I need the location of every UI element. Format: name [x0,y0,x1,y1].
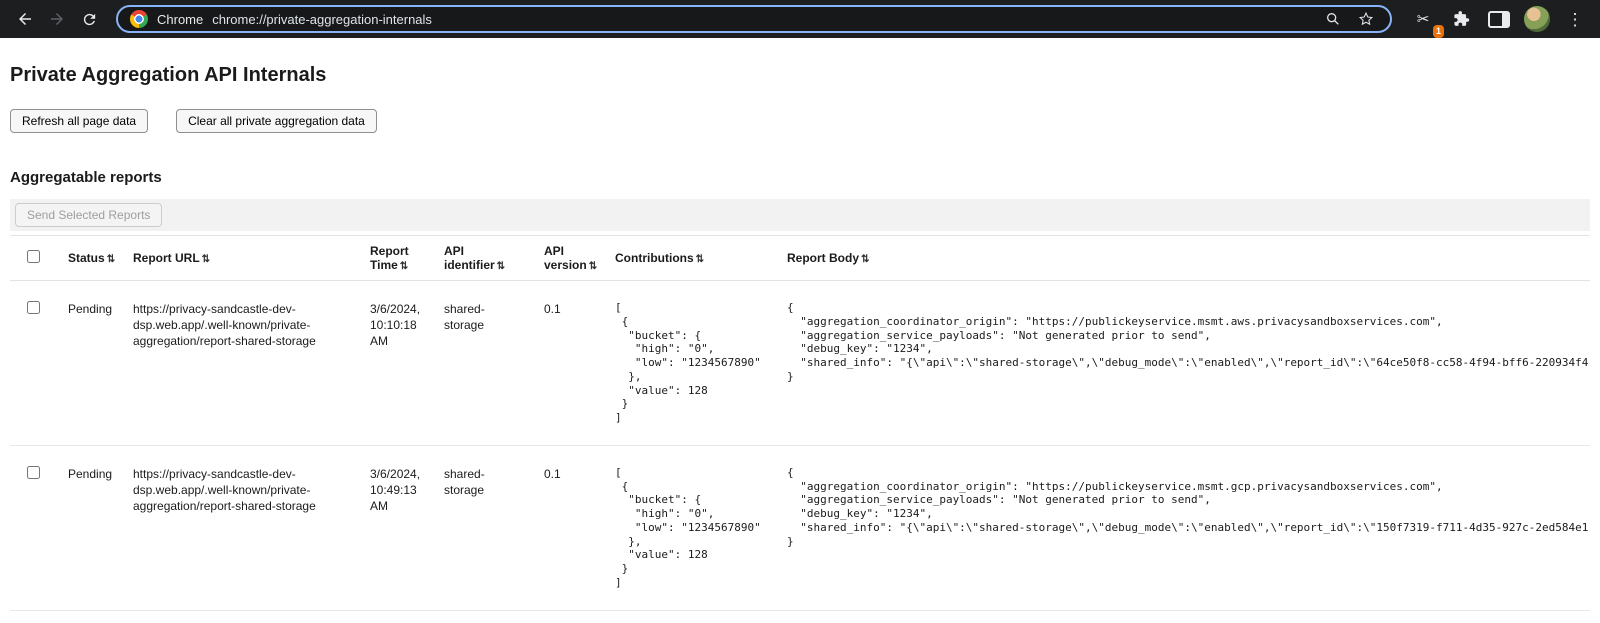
refresh-all-button[interactable]: Refresh all page data [10,109,148,133]
col-header-api-version[interactable]: API version⇅ [534,236,605,281]
sort-icon: ⇅ [696,254,704,265]
chrome-logo-icon [130,10,148,28]
col-header-report-time[interactable]: Report Time⇅ [360,236,434,281]
contributions-cell: [ { "bucket": { "high": "0", "low": "123… [605,281,777,446]
status-cell: Pending [58,281,123,446]
clear-all-button[interactable]: Clear all private aggregation data [176,109,377,133]
page-actions: Refresh all page data Clear all private … [10,109,1590,133]
select-all-checkbox[interactable] [27,250,40,263]
report-body-json: { "aggregation_coordinator_origin": "htt… [787,466,1580,549]
table-row: Pending https://privacy-sandcastle-dev-d… [10,281,1590,446]
omnibox[interactable]: Chrome chrome://private-aggregation-inte… [116,5,1392,33]
sort-icon: ⇅ [400,261,408,272]
api-version-cell: 0.1 [534,445,605,610]
forward-icon[interactable] [42,4,72,34]
page-content: Private Aggregation API Internals Refres… [0,64,1600,611]
sort-icon: ⇅ [861,254,869,265]
col-header-report-url[interactable]: Report URL⇅ [123,236,360,281]
page-title: Private Aggregation API Internals [10,64,1590,87]
col-label: Status [68,251,105,265]
toolbar-right-icons: ✂ 1 ⋮ [1404,4,1590,34]
col-header-report-body[interactable]: Report Body⇅ [777,236,1590,281]
report-url-cell: https://privacy-sandcastle-dev-dsp.web.a… [123,281,360,446]
col-label: API identifier [444,244,495,272]
report-url-cell: https://privacy-sandcastle-dev-dsp.web.a… [123,445,360,610]
profile-avatar[interactable] [1522,4,1552,34]
extension-badge: 1 [1433,25,1444,38]
bookmark-star-icon[interactable] [1354,7,1378,31]
contributions-json: [ { "bucket": { "high": "0", "low": "123… [615,466,767,590]
contributions-cell: [ { "bucket": { "high": "0", "low": "123… [605,445,777,610]
col-header-status[interactable]: Status⇅ [58,236,123,281]
table-header-row: Status⇅ Report URL⇅ Report Time⇅ API ide… [10,236,1590,281]
row-checkbox-cell [10,281,58,446]
omnibox-site-chip: Chrome [157,12,203,27]
aggregatable-reports-table: Status⇅ Report URL⇅ Report Time⇅ API ide… [10,235,1590,611]
report-body-cell: { "aggregation_coordinator_origin": "htt… [777,445,1590,610]
sort-icon: ⇅ [497,261,505,272]
row-checkbox-cell [10,445,58,610]
back-icon[interactable] [10,4,40,34]
col-header-api-identifier[interactable]: API identifier⇅ [434,236,534,281]
sort-icon: ⇅ [202,254,210,265]
status-cell: Pending [58,445,123,610]
report-body-json: { "aggregation_coordinator_origin": "htt… [787,301,1580,384]
col-label: Report Body [787,251,859,265]
side-panel-icon[interactable] [1484,4,1514,34]
browser-toolbar: Chrome chrome://private-aggregation-inte… [0,0,1600,38]
search-icon[interactable] [1321,7,1345,31]
send-selected-button[interactable]: Send Selected Reports [15,203,162,227]
report-time-cell: 3/6/2024, 10:10:18 AM [360,281,434,446]
row-checkbox[interactable] [27,466,40,479]
sort-icon: ⇅ [107,254,115,265]
contributions-json: [ { "bucket": { "high": "0", "low": "123… [615,301,767,425]
extensions-puzzle-icon[interactable] [1446,4,1476,34]
sort-icon: ⇅ [589,261,597,272]
col-label: Report URL [133,251,200,265]
header-checkbox-cell [10,236,58,281]
api-version-cell: 0.1 [534,281,605,446]
table-row: Pending https://privacy-sandcastle-dev-d… [10,445,1590,610]
api-identifier-cell: shared-storage [434,445,534,610]
reports-toolbar: Send Selected Reports [10,199,1590,231]
menu-kebab-icon[interactable]: ⋮ [1560,4,1590,34]
col-header-contributions[interactable]: Contributions⇅ [605,236,777,281]
omnibox-url-text[interactable]: chrome://private-aggregation-internals [212,12,432,27]
col-label: Contributions [615,251,694,265]
pinned-extension-icon[interactable]: ✂ 1 [1408,4,1438,34]
report-time-cell: 3/6/2024, 10:49:13 AM [360,445,434,610]
row-checkbox[interactable] [27,301,40,314]
api-identifier-cell: shared-storage [434,281,534,446]
col-label: API version [544,244,587,272]
reload-icon[interactable] [74,4,104,34]
report-body-cell: { "aggregation_coordinator_origin": "htt… [777,281,1590,446]
section-title: Aggregatable reports [10,169,1590,186]
